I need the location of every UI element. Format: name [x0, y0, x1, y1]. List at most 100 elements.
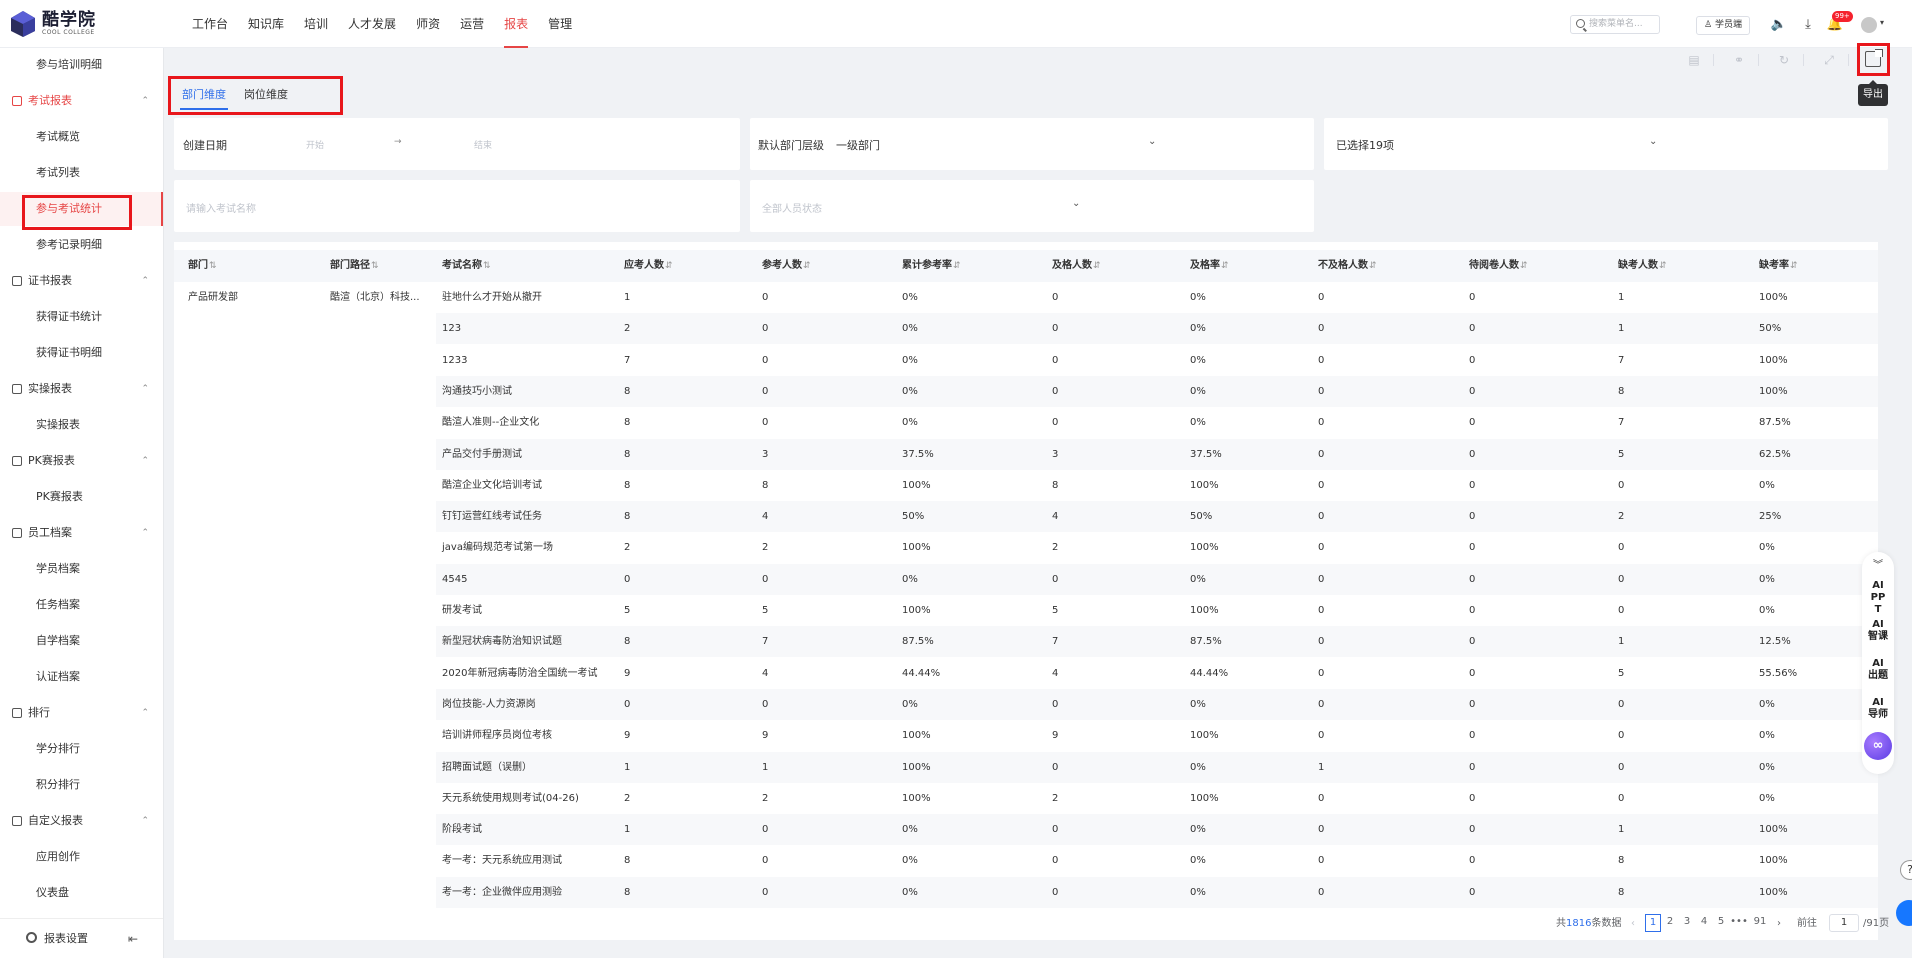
prev-page-button[interactable]: ‹: [1631, 914, 1635, 934]
sidebar-item[interactable]: 自学档案: [0, 624, 163, 658]
column-header[interactable]: 考试名称⇅: [442, 250, 491, 282]
sidebar-item[interactable]: 应用创作: [0, 840, 163, 874]
sort-icon[interactable]: ⇵: [953, 261, 961, 271]
dept-level-filter[interactable]: 默认部门层级 一级部门 ⌄: [750, 118, 1314, 170]
column-header[interactable]: 应考人数⇵: [624, 250, 673, 282]
date-end-input[interactable]: 结束: [474, 138, 492, 151]
sidebar-item[interactable]: 学分排行: [0, 732, 163, 766]
nav-item-6[interactable]: 报表: [494, 0, 538, 48]
logo[interactable]: 酷学院 COOL COLLEGE: [10, 10, 96, 38]
sidebar-group[interactable]: 排行 ⌃: [0, 696, 163, 730]
chat-icon[interactable]: [1896, 900, 1912, 926]
chevron-down-icon[interactable]: ▾: [1880, 18, 1884, 27]
more-pages[interactable]: •••: [1730, 914, 1748, 932]
sidebar-group[interactable]: 考试报表 ⌃: [0, 84, 163, 118]
sidebar-group[interactable]: 实操报表 ⌃: [0, 372, 163, 406]
sort-icon[interactable]: ⇅: [483, 261, 491, 271]
selected-items-filter[interactable]: 已选择19项 ⌄: [1324, 118, 1888, 170]
sidebar-item[interactable]: 参与考试统计: [0, 192, 163, 226]
sidebar-group[interactable]: 证书报表 ⌃: [0, 264, 163, 298]
page-number[interactable]: 5: [1713, 914, 1729, 932]
nav-item-3[interactable]: 人才发展: [338, 0, 406, 48]
date-start-input[interactable]: 开始: [306, 138, 324, 151]
chevron-double-down-icon[interactable]: ︾: [1862, 556, 1894, 571]
sort-icon[interactable]: ⇵: [1093, 261, 1101, 271]
sidebar-item[interactable]: 参考记录明细: [0, 228, 163, 262]
filter-doc-icon[interactable]: ▤: [1686, 52, 1702, 68]
sidebar-group[interactable]: 自定义报表 ⌃: [0, 804, 163, 838]
sidebar-item[interactable]: 任务档案: [0, 588, 163, 622]
sort-icon[interactable]: ⇅: [209, 261, 217, 271]
nav-item-4[interactable]: 师资: [406, 0, 450, 48]
nav-item-7[interactable]: 管理: [538, 0, 582, 48]
page-number[interactable]: 4: [1696, 914, 1712, 932]
sidebar-item[interactable]: 积分排行: [0, 768, 163, 802]
fullscreen-icon[interactable]: ⤢: [1821, 52, 1837, 68]
sidebar-item[interactable]: 考试概览: [0, 120, 163, 154]
column-header[interactable]: 参考人数⇵: [762, 250, 811, 282]
divider: [1803, 54, 1804, 66]
sort-icon[interactable]: ⇵: [1369, 261, 1377, 271]
sort-icon[interactable]: ⇅: [371, 261, 379, 271]
column-header[interactable]: 及格人数⇵: [1052, 250, 1101, 282]
student-portal-button[interactable]: ♙ 学员端: [1696, 16, 1750, 35]
sidebar-item[interactable]: PK赛报表: [0, 480, 163, 514]
column-header[interactable]: 不及格人数⇵: [1318, 250, 1377, 282]
menu-search-input[interactable]: 搜索菜单名...: [1570, 15, 1660, 34]
volume-icon[interactable]: 🔈: [1770, 16, 1788, 34]
column-header[interactable]: 缺考人数⇵: [1618, 250, 1667, 282]
goto-page-input[interactable]: 1: [1829, 914, 1859, 932]
next-page-button[interactable]: ›: [1777, 914, 1781, 934]
nav-item-2[interactable]: 培训: [294, 0, 338, 48]
page-number[interactable]: 1: [1645, 914, 1661, 932]
refresh-icon[interactable]: ↻: [1776, 52, 1792, 68]
sort-icon[interactable]: ⇵: [1520, 261, 1528, 271]
nav-item-5[interactable]: 运营: [450, 0, 494, 48]
nav-item-1[interactable]: 知识库: [238, 0, 294, 48]
staff-status-filter[interactable]: 全部人员状态 ⌄: [750, 180, 1314, 232]
sidebar-item-label: 考试报表: [28, 94, 72, 107]
collapse-sidebar-icon[interactable]: ⇤: [128, 919, 138, 958]
ai-tool-3[interactable]: AI 导师: [1862, 697, 1894, 721]
sort-icon[interactable]: ⇵: [1790, 261, 1798, 271]
sidebar-item[interactable]: 实操报表: [0, 408, 163, 442]
sidebar-item[interactable]: 获得证书明细: [0, 336, 163, 370]
page-number[interactable]: 3: [1679, 914, 1695, 932]
exam-name-input[interactable]: 请输入考试名称: [186, 200, 256, 215]
report-settings-footer[interactable]: 报表设置 ⇤: [0, 918, 163, 958]
help-icon[interactable]: ?: [1900, 860, 1912, 880]
column-header[interactable]: 及格率⇵: [1190, 250, 1229, 282]
column-header[interactable]: 部门⇅: [188, 250, 217, 282]
nav-item-0[interactable]: 工作台: [182, 0, 238, 48]
sidebar-item[interactable]: 学员档案: [0, 552, 163, 586]
tab-1[interactable]: 岗位维度: [238, 84, 294, 110]
sidebar-group[interactable]: PK赛报表 ⌃: [0, 444, 163, 478]
avatar[interactable]: [1861, 17, 1877, 33]
sort-icon[interactable]: ⇵: [665, 261, 673, 271]
export-icon[interactable]: [1865, 49, 1883, 67]
page-number[interactable]: 2: [1662, 914, 1678, 932]
link-icon[interactable]: ⚭: [1731, 52, 1747, 68]
column-header[interactable]: 待阅卷人数⇵: [1469, 250, 1528, 282]
sidebar-item[interactable]: 认证档案: [0, 660, 163, 694]
ai-assistant-button[interactable]: ∞: [1864, 732, 1892, 760]
exam-name-filter[interactable]: 请输入考试名称: [174, 180, 740, 232]
column-header[interactable]: 部门路径⇅: [330, 250, 379, 282]
sidebar-item[interactable]: 仪表盘: [0, 876, 163, 910]
sidebar-group[interactable]: 员工档案 ⌃: [0, 516, 163, 550]
sidebar-item[interactable]: 获得证书统计: [0, 300, 163, 334]
staff-status-select[interactable]: 全部人员状态: [762, 200, 822, 215]
column-header[interactable]: 缺考率⇵: [1759, 250, 1798, 282]
sidebar-item[interactable]: 考试列表: [0, 156, 163, 190]
tab-0[interactable]: 部门维度: [176, 84, 232, 110]
sort-icon[interactable]: ⇵: [1659, 261, 1667, 271]
ai-tool-1[interactable]: AI 智课: [1862, 619, 1894, 643]
ai-tool-0[interactable]: AI PPT: [1862, 580, 1894, 616]
page-number[interactable]: 91: [1752, 914, 1768, 932]
download-icon[interactable]: ⤓: [1799, 16, 1817, 34]
ai-tool-2[interactable]: AI 出题: [1862, 658, 1894, 682]
sort-icon[interactable]: ⇵: [1221, 261, 1229, 271]
sidebar-item[interactable]: 参与培训明细: [0, 48, 163, 82]
sort-icon[interactable]: ⇵: [803, 261, 811, 271]
column-header[interactable]: 累计参考率⇵: [902, 250, 961, 282]
